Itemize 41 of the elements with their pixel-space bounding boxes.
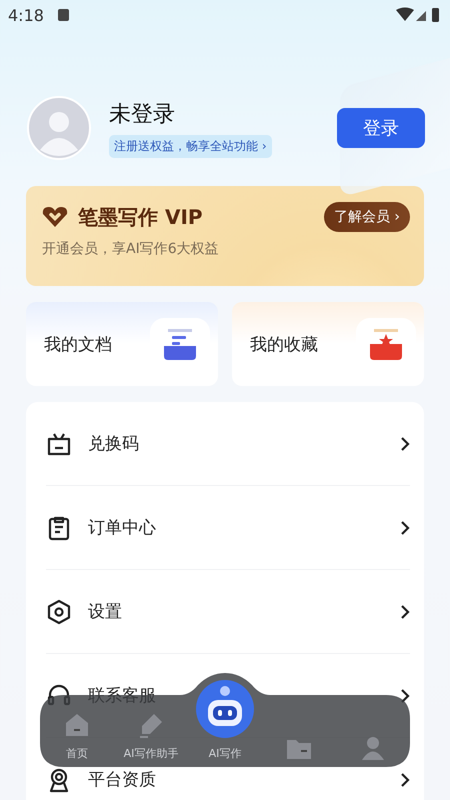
user-name: 未登录 — [109, 100, 175, 128]
chevron-right-icon — [400, 688, 410, 704]
login-button[interactable]: 登录 — [337, 108, 425, 148]
menu-item[interactable]: 订单中心 — [46, 486, 410, 570]
status-icons — [396, 7, 440, 23]
menu-label: 设置 — [88, 601, 122, 623]
shortcut-card[interactable]: 我的文档 — [26, 302, 218, 386]
user-icon — [360, 735, 386, 761]
chevron-right-icon — [400, 436, 410, 452]
settings-icon — [46, 598, 72, 624]
shortcut-card[interactable]: 我的收藏 — [232, 302, 424, 386]
menu-label: 平台资质 — [88, 769, 156, 791]
chevron-right-icon — [400, 604, 410, 620]
menu-item[interactable]: 设置 — [46, 570, 410, 654]
home-icon — [64, 712, 90, 738]
menu-item[interactable]: 兑换码 — [46, 402, 410, 486]
heart-icon — [42, 206, 68, 228]
avatar-icon[interactable] — [27, 96, 91, 160]
folder-icon — [286, 737, 312, 761]
chevron-right-icon — [400, 520, 410, 536]
vip-card[interactable]: 笔墨写作 VIP 了解会员 › 开通会员，享AI写作6大权益 — [26, 186, 424, 286]
vip-subtitle: 开通会员，享AI写作6大权益 — [42, 240, 220, 258]
membership-button[interactable]: 了解会员 › — [324, 202, 410, 232]
shortcut-label: 我的文档 — [44, 334, 112, 356]
nav-tab[interactable]: 首页 — [42, 712, 112, 761]
menu-label: 兑换码 — [88, 433, 139, 455]
chevron-right-icon — [400, 772, 410, 788]
nav-tab[interactable]: AI写作 — [190, 680, 260, 761]
nav-label: AI写作助手 — [124, 746, 178, 761]
status-time: 4:18 — [8, 6, 44, 24]
clipboard-icon — [46, 514, 72, 540]
menu-label: 订单中心 — [88, 517, 156, 539]
robot-icon — [196, 680, 254, 738]
gift-box-icon — [46, 430, 72, 456]
nav-label: 首页 — [66, 746, 88, 761]
promo-link[interactable]: 注册送权益，畅享全站功能 › — [109, 134, 272, 158]
pen-icon — [138, 712, 164, 738]
shortcut-label: 我的收藏 — [250, 334, 318, 356]
nav-tab[interactable]: AI写作助手 — [116, 712, 186, 761]
vip-title: 笔墨写作 VIP — [78, 204, 203, 230]
nav-label: AI写作 — [208, 746, 242, 761]
